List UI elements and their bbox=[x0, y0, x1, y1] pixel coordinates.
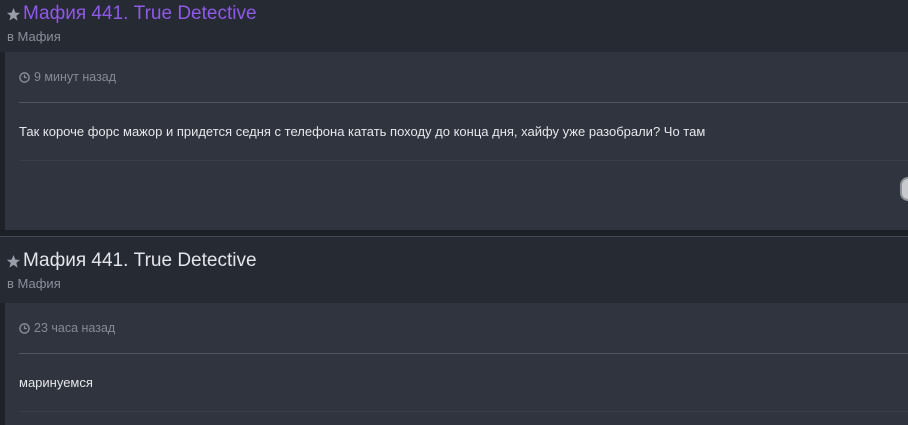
forum-location: в Мафия bbox=[6, 276, 908, 291]
clock-icon bbox=[19, 322, 30, 334]
post-meta: 9 минут назад bbox=[19, 52, 908, 102]
topic-title-link[interactable]: Мафия 441. True Detective bbox=[23, 2, 257, 26]
post-footer bbox=[19, 161, 908, 228]
post-content: маринуемся bbox=[19, 375, 93, 390]
post-time[interactable]: 23 часа назад bbox=[34, 321, 115, 335]
post-content: Так короче форс мажор и придется седня с… bbox=[19, 124, 706, 139]
clock-icon bbox=[19, 71, 30, 83]
forum-prefix: в bbox=[7, 29, 14, 44]
forum-prefix: в bbox=[7, 276, 14, 291]
reaction-handle[interactable] bbox=[900, 177, 908, 201]
post-meta: 23 часа назад bbox=[19, 303, 908, 353]
forum-link[interactable]: Мафия bbox=[18, 29, 61, 44]
entry-header: Мафия 441. True Detective в Мафия bbox=[0, 237, 908, 303]
entry-header: Мафия 441. True Detective в Мафия bbox=[0, 0, 908, 52]
title-row: Мафия 441. True Detective bbox=[6, 249, 908, 273]
stream-entry: Мафия 441. True Detective в Мафия 9 мину… bbox=[0, 0, 908, 230]
activity-stream: Мафия 441. True Detective в Мафия 9 мину… bbox=[0, 0, 908, 425]
topic-title-link[interactable]: Мафия 441. True Detective bbox=[23, 249, 257, 273]
stream-entry: Мафия 441. True Detective в Мафия 23 час… bbox=[0, 237, 908, 425]
separator bbox=[19, 411, 908, 412]
forum-link[interactable]: Мафия bbox=[18, 276, 61, 291]
star-icon[interactable] bbox=[6, 7, 21, 22]
post-card: 23 часа назад маринуемся bbox=[0, 303, 908, 425]
forum-location: в Мафия bbox=[6, 29, 908, 44]
post-time[interactable]: 9 минут назад bbox=[34, 70, 116, 84]
title-row: Мафия 441. True Detective bbox=[6, 2, 908, 26]
post-card: 9 минут назад Так короче форс мажор и пр… bbox=[0, 52, 908, 230]
star-icon[interactable] bbox=[6, 254, 21, 269]
